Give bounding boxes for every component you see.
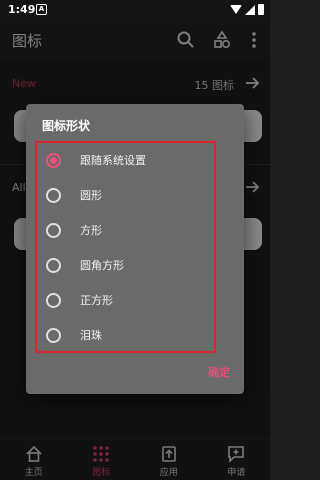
status-bar: 1:49 A (0, 0, 270, 20)
radio-checked-icon (46, 153, 61, 168)
option-label: 泪珠 (80, 329, 102, 342)
status-icons (230, 4, 264, 15)
option-label: 方形 (80, 224, 102, 237)
option-rounded-square[interactable]: 圆角方形 (37, 248, 214, 284)
option-label: 跟随系统设置 (80, 154, 146, 167)
wifi-icon (230, 5, 242, 14)
notification-icon: A (36, 4, 47, 15)
status-time: 1:49 (8, 3, 36, 16)
icon-shape-dialog: 图标形状 跟随系统设置 圆形 方形 圆角方形 正方形 泪珠 确定 (26, 104, 244, 394)
battery-icon (258, 4, 264, 15)
ok-button[interactable]: 确定 (208, 364, 230, 380)
radio-unchecked-icon (46, 293, 61, 308)
radio-unchecked-icon (46, 188, 61, 203)
option-circle[interactable]: 圆形 (37, 178, 214, 214)
option-label: 正方形 (80, 294, 113, 307)
radio-unchecked-icon (46, 258, 61, 273)
radio-unchecked-icon (46, 328, 61, 343)
option-follow-system[interactable]: 跟随系统设置 (37, 143, 214, 179)
option-label: 圆角方形 (80, 259, 124, 272)
option-label: 圆形 (80, 189, 102, 202)
options-highlight-box: 跟随系统设置 圆形 方形 圆角方形 正方形 泪珠 (35, 141, 216, 353)
option-square[interactable]: 方形 (37, 213, 214, 249)
screen: 1:49 A 图标 New 15 图标 All 主页 图标 应用 申请 图标形状… (0, 0, 270, 480)
signal-icon (245, 4, 255, 15)
option-teardrop[interactable]: 泪珠 (37, 318, 214, 354)
option-squircle[interactable]: 正方形 (37, 283, 214, 319)
radio-unchecked-icon (46, 223, 61, 238)
dialog-title: 图标形状 (42, 119, 91, 133)
